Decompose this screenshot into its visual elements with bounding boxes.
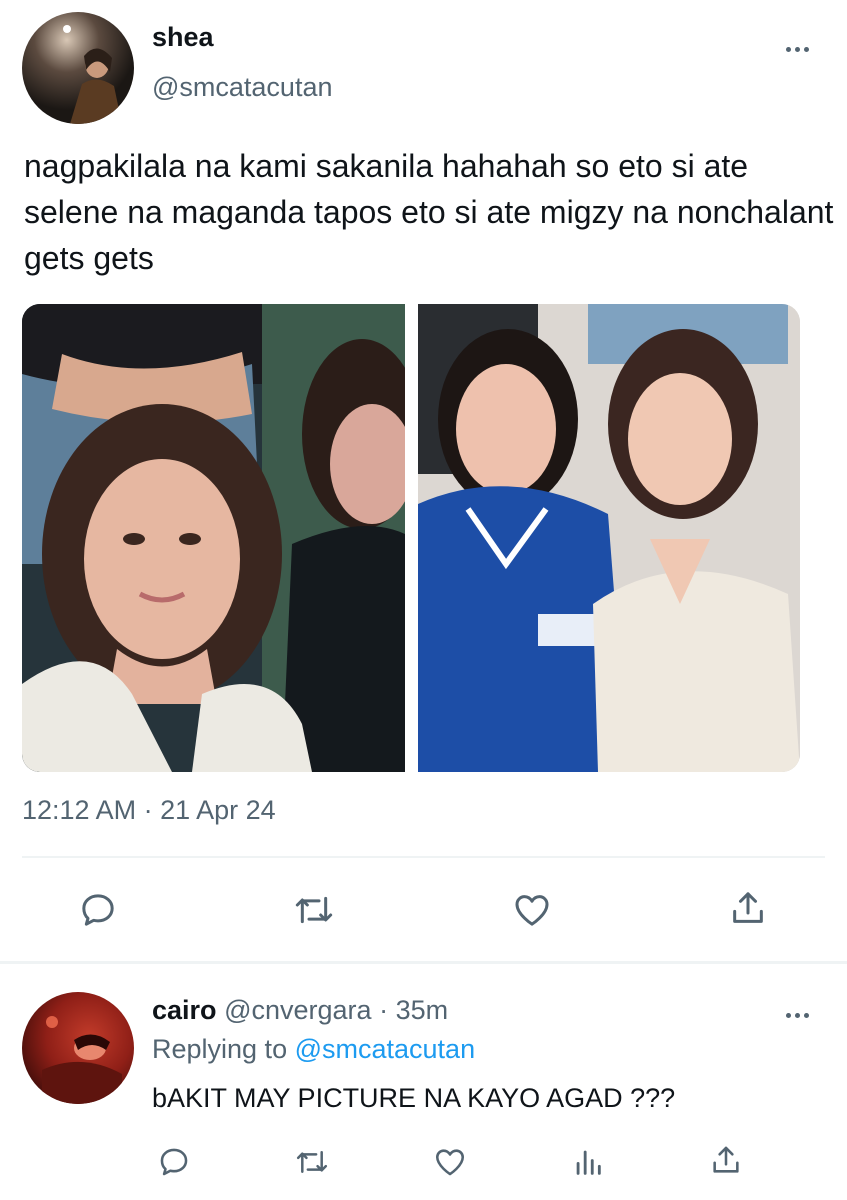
replying-to-prefix: Replying to bbox=[152, 1034, 288, 1064]
tweet-text: nagpakilala na kami sakanila hahahah so … bbox=[24, 148, 834, 276]
avatar-person-shape bbox=[63, 25, 122, 124]
reply-more-options-icon[interactable] bbox=[786, 1010, 816, 1020]
replying-to-handle[interactable]: @smcatacutan bbox=[295, 1034, 475, 1064]
tweet-photo-2[interactable] bbox=[418, 304, 800, 772]
reply-avatar-shape bbox=[42, 1016, 122, 1104]
like-icon[interactable] bbox=[508, 886, 556, 934]
photo-1-illustration bbox=[22, 304, 405, 772]
reply-reply-icon[interactable] bbox=[154, 1142, 194, 1182]
divider bbox=[22, 856, 825, 858]
tweet-photo-1[interactable] bbox=[22, 304, 405, 772]
reply-retweet-icon[interactable] bbox=[292, 1142, 332, 1182]
reply-share-icon[interactable] bbox=[706, 1140, 746, 1180]
author-name[interactable]: shea bbox=[152, 22, 214, 53]
tweet-timestamp[interactable]: 12:12 AM · 21 Apr 24 bbox=[22, 795, 276, 826]
reply-avatar[interactable] bbox=[22, 992, 134, 1104]
reply-icon[interactable] bbox=[74, 886, 122, 934]
share-icon[interactable] bbox=[724, 884, 772, 932]
reply-like-icon[interactable] bbox=[430, 1142, 470, 1182]
reply-separator: · bbox=[379, 995, 389, 1025]
more-options-icon[interactable] bbox=[786, 44, 816, 54]
photo-2-illustration bbox=[418, 304, 800, 772]
author-handle[interactable]: @smcatacutan bbox=[152, 72, 332, 103]
reply-author-name[interactable]: cairo bbox=[152, 995, 217, 1025]
reply-analytics-icon[interactable] bbox=[568, 1142, 608, 1182]
section-separator bbox=[0, 961, 847, 964]
reply-header: cairo @cnvergara · 35m bbox=[152, 995, 448, 1026]
reply-text: bAKIT MAY PICTURE NA KAYO AGAD ??? bbox=[152, 1083, 676, 1113]
reply-author-handle[interactable]: @cnvergara bbox=[224, 995, 371, 1025]
author-avatar[interactable] bbox=[22, 12, 134, 124]
reply-time[interactable]: 35m bbox=[396, 995, 449, 1025]
retweet-icon[interactable] bbox=[290, 886, 338, 934]
replying-to-line: Replying to @smcatacutan bbox=[152, 1034, 475, 1065]
